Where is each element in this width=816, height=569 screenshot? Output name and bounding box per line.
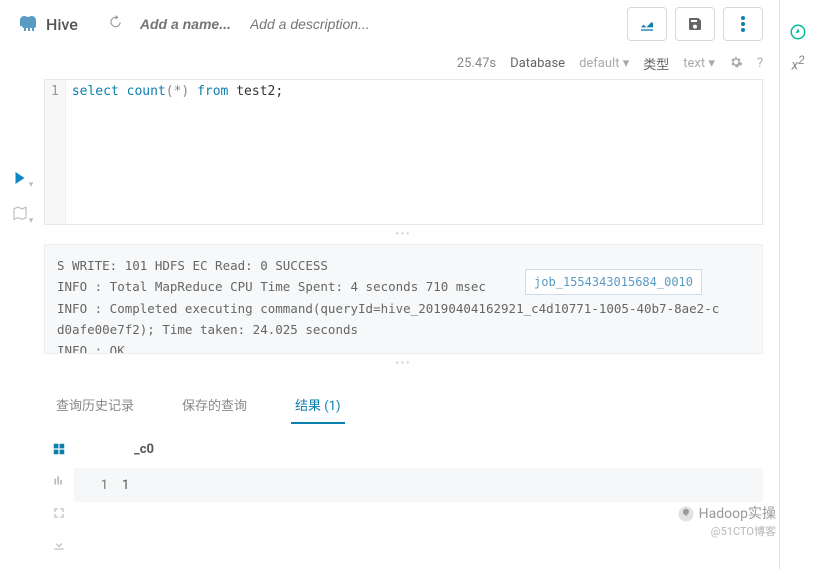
log-output: S WRITE: 101 HDFS EC Read: 0 SUCCESS INF… [44,244,763,354]
database-selector[interactable]: default ▾ [579,56,629,71]
compass-icon[interactable] [789,23,807,41]
grid-view-icon[interactable] [52,442,66,460]
log-line: d0afe00e7f2); Time taken: 24.025 seconds [57,319,750,340]
hive-logo: Hive [16,12,78,36]
row-index: 1 [74,478,122,493]
tab-results[interactable]: 结果 (1) [291,387,345,424]
log-line: INFO : Completed executing command(query… [57,298,750,319]
table-row: 1 1 [74,468,763,502]
x-squared-icon[interactable]: x2 [780,53,816,74]
sql-editor[interactable]: 1 select count(*) from test2; [44,79,763,225]
tab-history[interactable]: 查询历史记录 [52,387,138,424]
wechat-icon [677,505,695,523]
database-label: Database [510,56,565,71]
history-icon[interactable] [108,15,122,33]
log-line: INFO : OK [57,340,750,354]
description-input[interactable] [250,16,450,32]
app-name: Hive [46,15,78,34]
column-header[interactable]: _c0 [134,442,154,457]
job-link[interactable]: job_1554343015684_0010 [525,269,702,295]
elephant-icon [16,12,40,36]
cell-value: 1 [122,478,129,493]
exec-time: 25.47s [457,56,496,71]
chart-button[interactable] [627,7,667,41]
settings-icon[interactable] [729,55,743,73]
type-selector[interactable]: text ▾ [683,56,715,71]
save-button[interactable] [675,7,715,41]
sql-code[interactable]: select count(*) from test2; [66,80,289,224]
type-label: 类型 [643,54,669,73]
line-number: 1 [45,80,66,224]
more-menu-button[interactable] [723,7,763,41]
divider: ••• [44,358,763,369]
help-icon[interactable]: ? [757,56,763,71]
divider: ••• [44,229,763,240]
expand-icon[interactable] [52,506,66,524]
download-icon[interactable] [52,538,66,556]
explain-button[interactable]: ▾ [11,205,34,227]
name-input[interactable] [140,16,250,32]
tab-saved[interactable]: 保存的查询 [178,387,251,424]
run-button[interactable]: ▾ [11,169,34,191]
result-table: _c0 1 1 [74,430,763,556]
watermark: Hadoop实操 @51CTO博客 [677,503,776,539]
chart-view-icon[interactable] [52,474,66,492]
